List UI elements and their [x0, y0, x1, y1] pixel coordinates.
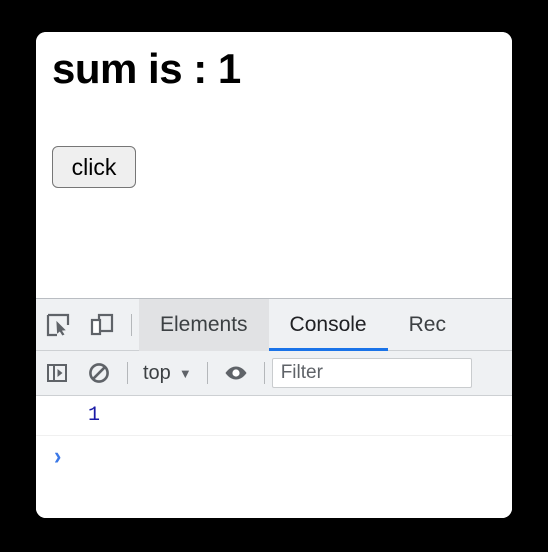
console-message-list: 1 ›	[36, 396, 512, 517]
page-title: sum is : 1	[52, 45, 241, 92]
console-toolbar: top ▼	[36, 351, 512, 396]
page-viewport: sum is : 1 click	[36, 32, 512, 298]
prompt-chevron-icon: ›	[54, 441, 62, 470]
devtools-tab-bar: Elements Console Rec	[36, 298, 512, 351]
tab-elements[interactable]: Elements	[139, 298, 269, 351]
console-message-row[interactable]: 1	[36, 396, 512, 436]
tab-recorder[interactable]: Rec	[388, 299, 467, 351]
click-button[interactable]: click	[52, 146, 136, 188]
console-toolbar-divider-3	[263, 362, 265, 384]
console-toolbar-divider-1	[127, 362, 128, 384]
console-message-value: 1	[88, 404, 101, 427]
live-expression-eye-icon[interactable]	[215, 351, 257, 396]
console-sidebar-toggle-icon[interactable]	[36, 351, 78, 396]
clear-console-icon[interactable]	[78, 351, 120, 396]
toolbar-divider	[131, 313, 132, 336]
console-context-selector[interactable]: top ▼	[135, 358, 200, 388]
browser-window-card: sum is : 1 click Elements Console Rec to…	[36, 32, 512, 518]
devtools-panel: Elements Console Rec top ▼ Filter 1 ›	[36, 298, 512, 518]
console-filter-input[interactable]	[271, 358, 472, 388]
console-context-label: top	[143, 361, 171, 384]
chevron-down-icon: ▼	[178, 365, 192, 381]
console-toolbar-divider-2	[206, 362, 208, 384]
device-toolbar-icon[interactable]	[80, 299, 124, 351]
tab-console[interactable]: Console	[268, 299, 388, 351]
inspect-element-cursor-icon[interactable]	[36, 299, 80, 351]
console-prompt-row[interactable]: ›	[36, 436, 512, 476]
